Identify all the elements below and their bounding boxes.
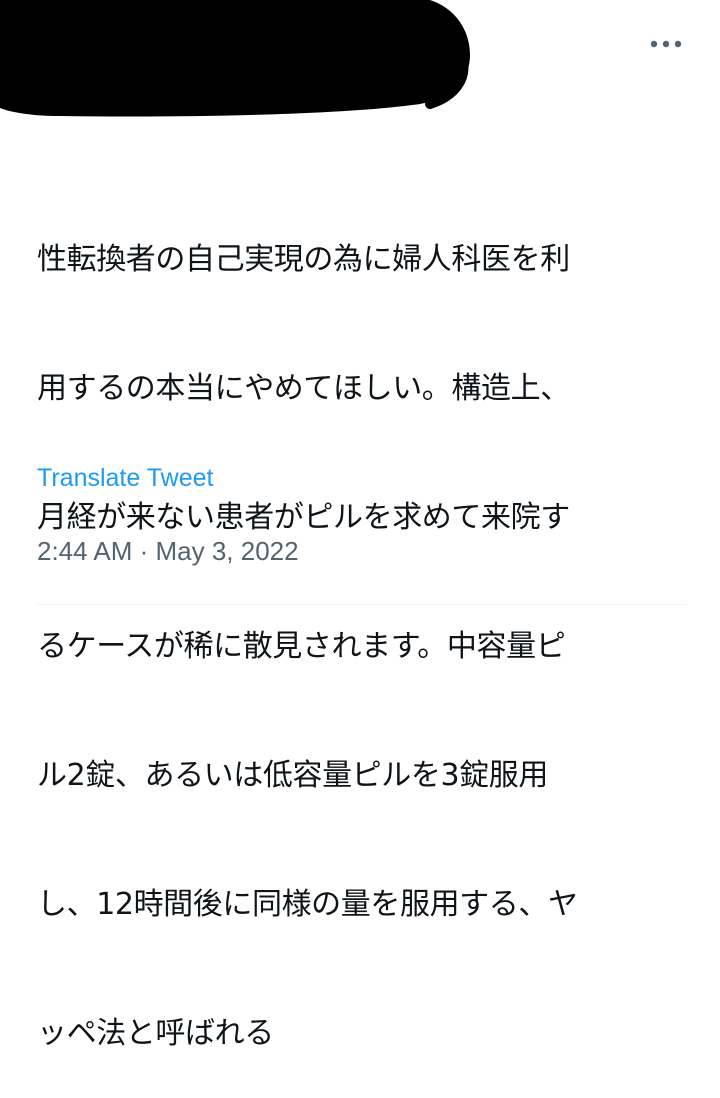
divider xyxy=(37,604,687,605)
tweet-text: 性転換者の自己実現の為に婦人科医を利 用するの本当にやめてほしい。構造上、 月経… xyxy=(37,152,687,1098)
more-horizontal-icon xyxy=(650,40,682,48)
more-options-button[interactable] xyxy=(644,30,688,58)
tweet-text-line: ッペ法と呼ばれる xyxy=(37,1016,274,1051)
tweet-timestamp[interactable]: 2:44 AM · May 3, 2022 xyxy=(37,534,299,568)
redacted-author-area xyxy=(0,0,470,117)
tweet-text-line: 性転換者の自己実現の為に婦人科医を利 xyxy=(37,242,570,277)
tweet-text-line: し、12時間後に同様の量を服用する、ヤ xyxy=(37,887,578,922)
tweet-text-line: 月経が来ない患者がピルを求めて来院す xyxy=(37,500,570,535)
tweet-text-line: 用するの本当にやめてほしい。構造上、 xyxy=(37,371,570,406)
tweet-text-line: るケースが稀に散見されます。中容量ピ xyxy=(37,629,566,664)
translate-tweet-link[interactable]: Translate Tweet xyxy=(37,462,213,494)
tweet-text-line: ル2錠、あるいは低容量ピルを3錠服用 xyxy=(37,758,548,793)
